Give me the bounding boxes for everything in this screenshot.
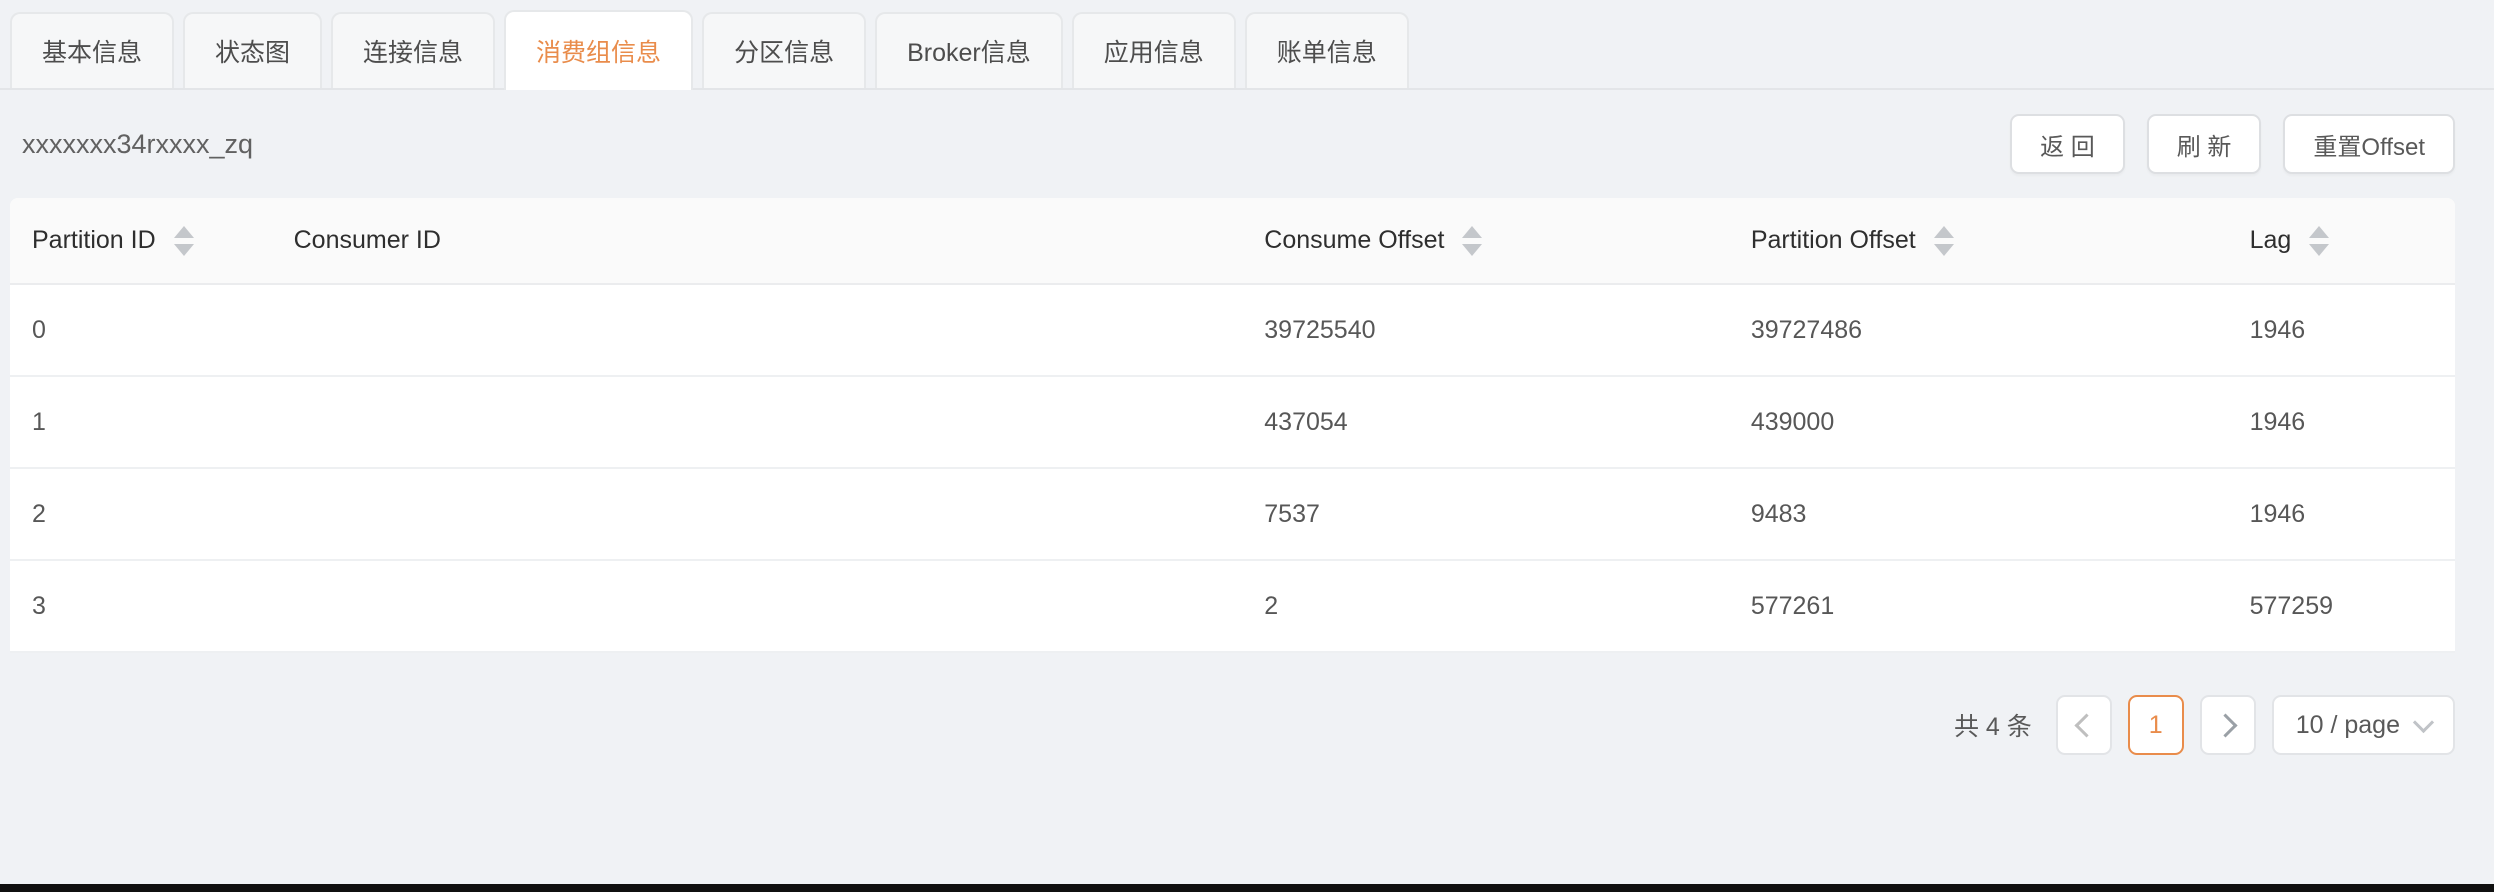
column-label: Consume Offset [1264,226,1444,255]
next-page-button[interactable] [2200,695,2256,755]
sort-desc-icon [2309,244,2329,256]
sort-icon[interactable] [174,226,194,256]
tab-label: Broker信息 [907,33,1031,69]
cell-partition-offset: 439000 [1729,377,2228,467]
cell-consume-offset: 7537 [1242,469,1729,559]
chevron-down-icon [2413,711,2434,732]
consumer-group-table: Partition ID Consumer ID Consume Offset Par… [10,198,2455,653]
tab-bar: 基本信息 状态图 连接信息 消费组信息 分区信息 Broker信息 应用信息 账单信息 [0,0,2494,90]
cell-partition-id: 0 [10,285,272,375]
topic-name: xxxxxxx34rxxxx_zq [10,129,253,160]
cell-consume-offset: 39725540 [1242,285,1729,375]
table-header-row: Partition ID Consumer ID Consume Offset Par… [10,198,2455,285]
cell-consume-offset: 2 [1242,561,1729,651]
sort-asc-icon [1934,226,1954,238]
pagination: 共 4 条 1 10 / page [10,695,2455,755]
page-size-select[interactable]: 10 / page [2272,695,2455,755]
page-size-value: 10 / page [2296,711,2400,740]
cell-consumer-id [272,469,1243,559]
tab-label: 基本信息 [42,33,142,69]
table-row: 3 2577261577259 [10,561,2455,653]
column-label: Lag [2250,226,2292,255]
prev-page-button[interactable] [2056,695,2112,755]
toolbar: xxxxxxx34rxxxx_zq 返 回 刷 新 重置Offset [10,90,2455,198]
tab-label: 连接信息 [363,33,463,69]
sort-icon[interactable] [1462,226,1482,256]
table-row: 0 39725540397274861946 [10,285,2455,377]
column-header-lag[interactable]: Lag [2228,198,2455,283]
page-number-button[interactable]: 1 [2128,695,2184,755]
cell-consume-offset: 437054 [1242,377,1729,467]
chevron-right-icon [2213,713,2237,737]
toolbar-buttons: 返 回 刷 新 重置Offset [2010,114,2455,174]
table-body: 0397255403972748619461437054439000194627… [10,285,2455,653]
cell-consumer-id [272,561,1243,651]
chevron-left-icon [2074,713,2098,737]
reset-offset-button[interactable]: 重置Offset [2283,114,2455,174]
cell-lag: 577259 [2228,561,2455,651]
sort-icon[interactable] [1934,226,1954,256]
sort-asc-icon [174,226,194,238]
cell-partition-offset: 39727486 [1729,285,2228,375]
sort-desc-icon [1462,244,1482,256]
sort-asc-icon [1462,226,1482,238]
tab-label: 应用信息 [1104,33,1204,69]
cell-consumer-id [272,285,1243,375]
tab-basic-info[interactable]: 基本信息 [10,12,174,88]
tab-broker-info[interactable]: Broker信息 [875,12,1063,88]
cell-partition-id: 3 [10,561,272,651]
cell-partition-id: 2 [10,469,272,559]
cell-lag: 1946 [2228,285,2455,375]
cell-partition-id: 1 [10,377,272,467]
sort-desc-icon [174,244,194,256]
tab-label: 消费组信息 [536,33,661,69]
cell-partition-offset: 9483 [1729,469,2228,559]
tab-status-chart[interactable]: 状态图 [183,12,322,88]
table-row: 1 4370544390001946 [10,377,2455,469]
tab-partition-info[interactable]: 分区信息 [702,12,866,88]
cell-lag: 1946 [2228,377,2455,467]
cell-partition-offset: 577261 [1729,561,2228,651]
column-header-consume-offset[interactable]: Consume Offset [1242,198,1729,283]
tab-label: 账单信息 [1277,33,1377,69]
total-count: 共 4 条 [1954,707,2032,743]
table-row: 2 753794831946 [10,469,2455,561]
refresh-button[interactable]: 刷 新 [2147,114,2262,174]
column-label: Partition ID [32,226,156,255]
column-header-partition-offset[interactable]: Partition Offset [1729,198,2228,283]
column-label: Consumer ID [294,226,441,255]
tab-label: 状态图 [215,33,290,69]
tab-consumer-group-info[interactable]: 消费组信息 [504,10,693,90]
cell-lag: 1946 [2228,469,2455,559]
column-header-partition-id[interactable]: Partition ID [10,198,272,283]
column-header-consumer-id: Consumer ID [272,198,1243,283]
sort-desc-icon [1934,244,1954,256]
sort-icon[interactable] [2309,226,2329,256]
sort-asc-icon [2309,226,2329,238]
screen-bottom-edge [0,884,2494,892]
back-button[interactable]: 返 回 [2010,114,2125,174]
tab-connection-info[interactable]: 连接信息 [331,12,495,88]
tab-billing-info[interactable]: 账单信息 [1245,12,1409,88]
column-label: Partition Offset [1751,226,1916,255]
cell-consumer-id [272,377,1243,467]
tab-application-info[interactable]: 应用信息 [1072,12,1236,88]
tab-label: 分区信息 [734,33,834,69]
